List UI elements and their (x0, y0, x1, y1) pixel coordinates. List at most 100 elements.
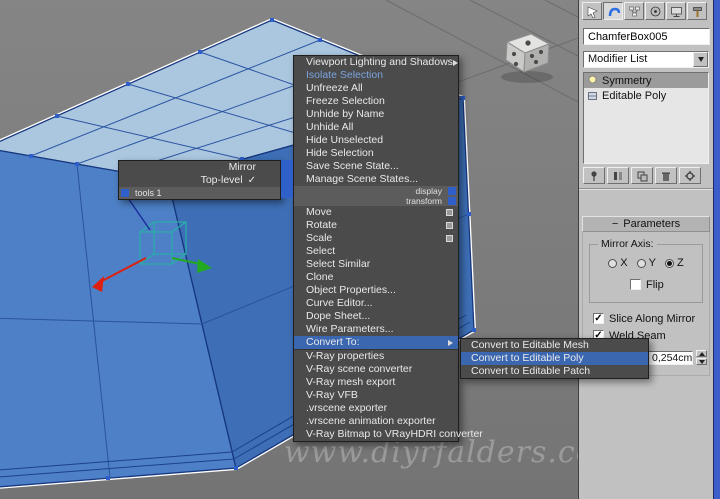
threshold-field[interactable]: 0,254cm (647, 350, 694, 365)
quad-header-tools: tools 1 (119, 187, 280, 199)
context-menu: Viewport Lighting and Shadows Isolate Se… (293, 55, 483, 442)
tab-motion[interactable] (645, 2, 665, 20)
display-section: Viewport Lighting and Shadows Isolate Se… (294, 56, 458, 186)
menu-item-scale[interactable]: Scale (294, 232, 458, 245)
quad-header-display: display (294, 186, 458, 196)
menu-item-vray-scene-converter[interactable]: V-Ray scene converter (294, 363, 458, 376)
create-icon (587, 6, 598, 18)
menu-item-select-similar[interactable]: Select Similar (294, 258, 458, 271)
radio-x[interactable]: X (608, 257, 628, 269)
arrow-up-icon (698, 351, 705, 356)
viewport[interactable]: www.diyrfalders.com (0, 0, 623, 499)
menu-item-isolate-selection[interactable]: Isolate Selection (294, 69, 458, 82)
menu-item-convert-to[interactable]: Convert To: (294, 336, 458, 349)
menu-item-freeze-selection[interactable]: Freeze Selection (294, 95, 458, 108)
quad-menu-tools: Mirror Top-level ✓ tools 1 (118, 160, 281, 200)
menu-item-unhide-all[interactable]: Unhide All (294, 121, 458, 134)
configure-sets-button[interactable] (679, 167, 701, 184)
trash-icon (662, 172, 670, 181)
gear-icon (685, 170, 695, 181)
checkmark-icon: ✓ (247, 175, 256, 186)
menu-item-hide-unselected[interactable]: Hide Unselected (294, 134, 458, 147)
settings-box-icon[interactable] (446, 235, 453, 242)
stack-row-symmetry[interactable]: Symmetry (584, 73, 708, 88)
menu-item-vrscene-animation-exporter[interactable]: .vrscene animation exporter (294, 415, 458, 428)
transform-section: Move Rotate Scale Select Select Similar … (294, 206, 458, 349)
mirror-axis-options: X Y Z (592, 257, 700, 269)
menu-item-convert-editable-mesh[interactable]: Convert to Editable Mesh (461, 339, 648, 352)
menu-item-curve-editor[interactable]: Curve Editor... (294, 297, 458, 310)
quad-indicator-icon (121, 189, 129, 197)
slice-along-mirror-checkbox[interactable]: ✓ Slice Along Mirror (593, 311, 707, 326)
menu-item-wire-parameters[interactable]: Wire Parameters... (294, 323, 458, 336)
menu-item-convert-editable-patch[interactable]: Convert to Editable Patch (461, 365, 648, 378)
menu-item-vrscene-exporter[interactable]: .vrscene exporter (294, 402, 458, 415)
viewport-canvas[interactable]: www.diyrfalders.com (0, 0, 623, 499)
menu-item-mirror[interactable]: Mirror (119, 161, 280, 174)
radio-y[interactable]: Y (636, 257, 656, 269)
menu-item-clone[interactable]: Clone (294, 271, 458, 284)
object-name-field[interactable] (583, 28, 710, 45)
checkbox-icon (630, 279, 641, 290)
settings-box-icon[interactable] (446, 222, 453, 229)
radio-selected-dot (666, 260, 672, 266)
collapse-icon: − (611, 218, 619, 230)
tab-create[interactable] (582, 2, 602, 20)
quad-indicator-icon (448, 187, 456, 195)
lightbulb-icon[interactable] (587, 75, 598, 87)
make-unique-button[interactable] (631, 167, 653, 184)
menu-item-unfreeze-all[interactable]: Unfreeze All (294, 82, 458, 95)
menu-item-vray-vfb[interactable]: V-Ray VFB (294, 389, 458, 402)
menu-item-select[interactable]: Select (294, 245, 458, 258)
menu-item-move[interactable]: Move (294, 206, 458, 219)
menu-item-vray-mesh-export[interactable]: V-Ray mesh export (294, 376, 458, 389)
make-unique-icon (637, 171, 648, 181)
menu-item-vray-bitmap-converter[interactable]: V-Ray Bitmap to VRayHDRI converter (294, 428, 483, 441)
dropdown-button[interactable] (693, 52, 708, 67)
menu-item-convert-editable-poly[interactable]: Convert to Editable Poly (461, 352, 648, 365)
rollout-header-parameters[interactable]: − Parameters (582, 216, 710, 232)
pin-stack-button[interactable] (583, 167, 605, 184)
show-end-result-button[interactable] (607, 167, 629, 184)
settings-box-icon[interactable] (446, 209, 453, 216)
menu-item-hide-selection[interactable]: Hide Selection (294, 147, 458, 160)
radio-circle-icon (636, 258, 646, 268)
threshold-spinner (696, 350, 708, 365)
menu-item-save-scene-state[interactable]: Save Scene State... (294, 160, 458, 173)
panel-scrollbar[interactable] (713, 0, 720, 499)
tab-utilities[interactable] (687, 2, 707, 20)
flip-checkbox[interactable]: Flip (630, 277, 700, 292)
radio-z[interactable]: Z (664, 257, 684, 269)
menu-item-vray-properties[interactable]: V-Ray properties (294, 350, 458, 363)
panel-tabs (579, 0, 713, 22)
panel-divider (579, 188, 713, 190)
tab-hierarchy[interactable] (624, 2, 644, 20)
submenu-arrow-icon (448, 339, 453, 346)
menu-item-rotate[interactable]: Rotate (294, 219, 458, 232)
spinner-down-button[interactable] (696, 358, 708, 365)
pin-stack-icon (591, 170, 597, 181)
menu-item-unhide-by-name[interactable]: Unhide by Name (294, 108, 458, 121)
radio-circle-icon (664, 258, 674, 268)
menu-item-viewport-lighting[interactable]: Viewport Lighting and Shadows (294, 56, 458, 69)
modifier-list-dropdown[interactable]: Modifier List (583, 51, 709, 68)
dice-object[interactable] (501, 33, 553, 83)
remove-modifier-button[interactable] (655, 167, 677, 184)
quad-header-transform: transform (294, 196, 458, 206)
dice-shadow (501, 71, 553, 83)
menu-item-manage-scene-states[interactable]: Manage Scene States... (294, 173, 458, 186)
tab-display[interactable] (666, 2, 686, 20)
editable-poly-icon (588, 91, 597, 100)
vray-section: V-Ray properties V-Ray scene converter V… (294, 349, 483, 441)
stack-row-editable-poly[interactable]: Editable Poly (584, 88, 708, 103)
menu-item-object-properties[interactable]: Object Properties... (294, 284, 458, 297)
submenu-arrow-icon (452, 59, 458, 66)
3dsmax-window: www.diyrfalders.com (0, 0, 720, 499)
menu-item-top-level[interactable]: Top-level ✓ (119, 174, 280, 187)
menu-item-dope-sheet[interactable]: Dope Sheet... (294, 310, 458, 323)
utilities-icon (692, 6, 702, 17)
chevron-down-icon (697, 57, 704, 62)
tab-modify[interactable] (603, 2, 623, 20)
spinner-up-button[interactable] (696, 350, 708, 357)
motion-icon (650, 6, 660, 16)
